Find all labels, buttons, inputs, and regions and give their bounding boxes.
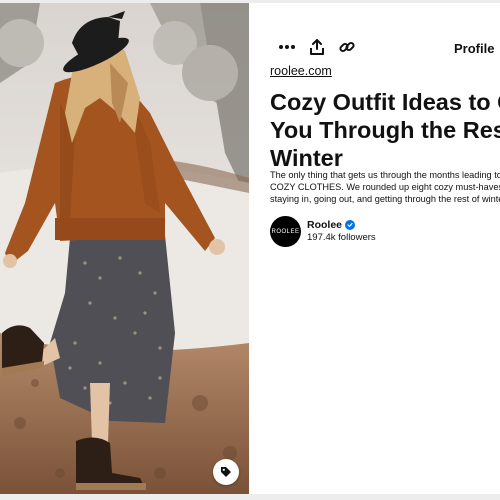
image-tag-button[interactable] (213, 459, 239, 485)
pin-toolbar: Profile (249, 30, 500, 64)
avatar[interactable]: ROOLEE (270, 216, 301, 247)
pin-title-line: You Through the Rest of (270, 117, 500, 143)
pin-title-line: Cozy Outfit Ideas to Get (270, 89, 500, 115)
creator-name: Roolee (307, 219, 343, 231)
tag-icon (220, 466, 232, 478)
pin-description: The only thing that gets us through the … (270, 170, 500, 205)
profile-dropdown-button[interactable]: Profile (454, 38, 500, 58)
creator-name-link[interactable]: Roolee (307, 219, 356, 231)
source-link[interactable]: roolee.com (270, 64, 332, 78)
pin-title-line: Winter (270, 145, 343, 171)
pin-closeup-card: Profile roolee.com Cozy Outfit Ideas to … (0, 3, 500, 494)
verified-check-icon (345, 220, 356, 230)
pin-details-panel: Profile roolee.com Cozy Outfit Ideas to … (249, 3, 500, 494)
pin-description-line: The only thing that gets us through the … (270, 170, 500, 180)
profile-label: Profile (454, 40, 495, 56)
pin-description-line: staying in, going out, and getting throu… (270, 193, 500, 204)
more-dots-icon[interactable] (276, 36, 298, 58)
link-icon[interactable] (336, 36, 358, 58)
pin-image[interactable] (0, 3, 249, 494)
pin-title: Cozy Outfit Ideas to Get You Through the… (270, 88, 500, 172)
follower-count: 197.4k followers (307, 232, 376, 243)
pin-description-line: COZY CLOTHES. We rounded up eight cozy m… (270, 181, 500, 192)
share-upload-icon[interactable] (306, 36, 328, 58)
avatar-text: ROOLEE (271, 228, 300, 235)
